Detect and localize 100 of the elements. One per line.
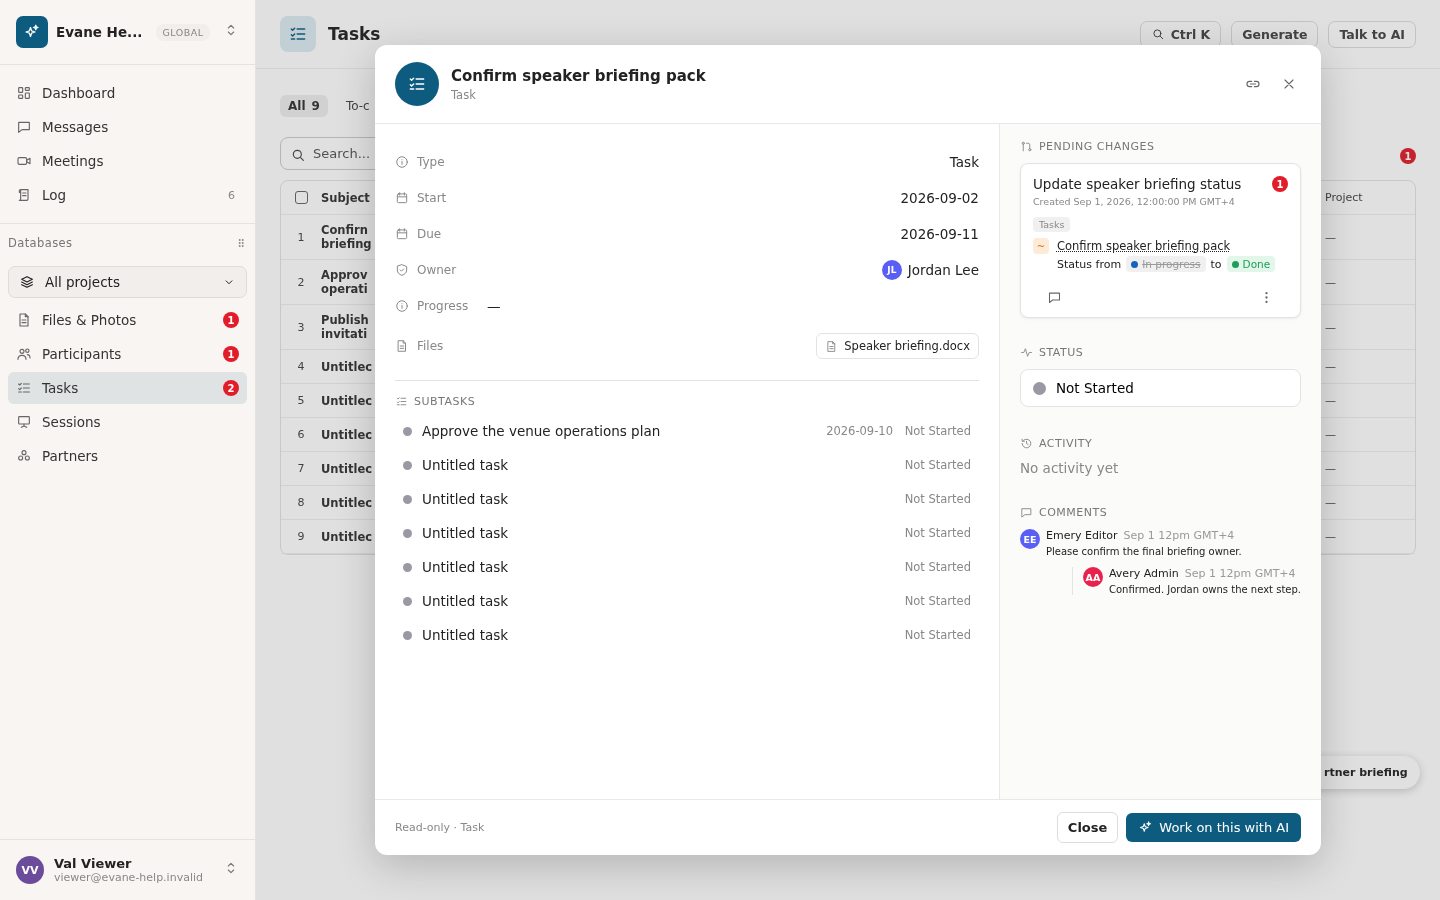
- calendar-icon: [395, 191, 409, 205]
- sidebar-item[interactable]: Messages: [8, 111, 247, 143]
- task-link[interactable]: Confirm speaker briefing pack: [1056, 239, 1231, 253]
- table-cell: Untitlec: [321, 529, 373, 544]
- sidebar-item[interactable]: Dashboard: [8, 77, 247, 109]
- notification-badge: 1: [223, 312, 239, 328]
- change-label: Status from: [1056, 257, 1122, 271]
- section-label: COMMENTS: [1038, 506, 1108, 519]
- grid-icon: [16, 85, 32, 101]
- subtask-row[interactable]: Untitled task Not Started: [395, 618, 979, 652]
- status-dot: [403, 426, 412, 436]
- file-attachment[interactable]: Speaker briefing.docx: [816, 333, 979, 359]
- table-cell-text: —: [1325, 394, 1337, 407]
- field-label: Start: [417, 191, 448, 205]
- select-all-checkbox[interactable]: [294, 191, 308, 204]
- subtask-row[interactable]: Untitled task Not Started: [395, 584, 979, 618]
- subtask-row[interactable]: Untitled task Not Started: [395, 482, 979, 516]
- section-label: SUBTASKS: [414, 395, 476, 408]
- sidebar-item[interactable]: Sessions: [8, 406, 247, 438]
- table-cell: Untitlec: [321, 427, 373, 442]
- row-number: 8: [296, 496, 306, 509]
- info-icon: [395, 155, 409, 169]
- empty-activity: No activity yet: [1019, 460, 1120, 476]
- table-cell: Confirn briefing: [321, 223, 372, 251]
- notification-badge: 1: [223, 346, 239, 362]
- comment-author: Avery Admin: [1108, 567, 1179, 580]
- user-email: viewer@evane-help.invalid: [54, 871, 203, 884]
- row-number: 4: [296, 360, 306, 373]
- row-number: 1: [296, 230, 306, 244]
- table-cell-text: —: [1325, 496, 1337, 509]
- layers-icon: [19, 274, 35, 290]
- user-name: Val Viewer: [54, 856, 133, 871]
- status-select[interactable]: Not Started: [1019, 369, 1301, 407]
- field-value: 2026-09-02: [900, 190, 979, 206]
- field-value: Task: [949, 154, 979, 170]
- search-icon: [290, 147, 306, 163]
- calendar-icon: [395, 227, 409, 241]
- sidebar-item[interactable]: Log 6: [8, 179, 247, 211]
- comment-time: Sep 1 12pm GMT+4: [1123, 529, 1235, 542]
- table-cell-text: —: [1325, 360, 1337, 373]
- work-with-ai-button[interactable]: Work on this with AI: [1126, 813, 1301, 842]
- people-icon: [16, 346, 32, 362]
- project-select[interactable]: All projects: [8, 266, 247, 298]
- change-mark: ~: [1032, 238, 1049, 254]
- shield-icon: [395, 263, 409, 277]
- sidebar-item[interactable]: Participants 1: [8, 338, 247, 370]
- talk-to-ai-button[interactable]: Talk to AI: [1328, 20, 1416, 48]
- notification-badge: 1: [1272, 176, 1288, 192]
- section-label: STATUS: [1038, 346, 1084, 359]
- subtask-row[interactable]: Untitled task Not Started: [395, 550, 979, 584]
- owner-avatar: JL: [881, 260, 902, 280]
- checklist-icon: [395, 395, 408, 408]
- table-cell-text: —: [1325, 462, 1337, 475]
- subtask-row[interactable]: Untitled task Not Started: [395, 516, 979, 550]
- dialog-subtitle: Task: [451, 87, 477, 102]
- row-number: 5: [296, 394, 306, 407]
- status-dot: [403, 494, 412, 504]
- presentation-icon: [16, 414, 32, 430]
- old-status: In progress: [1126, 256, 1206, 272]
- field-label: Type: [417, 155, 446, 169]
- generate-button[interactable]: Generate: [1231, 20, 1319, 48]
- sidebar-item[interactable]: Files & Photos 1: [8, 304, 247, 336]
- owner-name: Jordan Lee: [907, 262, 979, 278]
- subtask-row[interactable]: Approve the venue operations plan 2026-09-10 Not Started: [395, 414, 979, 448]
- dialog-title: Confirm speaker briefing pack: [451, 66, 707, 85]
- comment-text: Please confirm the final briefing owner.: [1045, 546, 1243, 557]
- filter-tab[interactable]: To-c: [337, 95, 378, 117]
- cluster-icon: [16, 448, 32, 464]
- field-label: Owner: [417, 263, 458, 277]
- comment-author: Emery Editor: [1045, 529, 1118, 542]
- document-icon: [395, 339, 409, 353]
- created-time: Created Sep 1, 2026, 12:00:00 PM GMT+4: [1032, 196, 1236, 207]
- table-cell: Untitlec: [321, 461, 373, 476]
- table-cell: Untitlec: [321, 495, 373, 510]
- user-avatar[interactable]: VV: [16, 856, 44, 884]
- change-title: Update speaker briefing status: [1032, 176, 1242, 192]
- sidebar-item[interactable]: Meetings: [8, 145, 247, 177]
- row-number: 6: [296, 428, 306, 441]
- avatar: AA: [1082, 567, 1103, 587]
- pulse-icon: [1019, 346, 1033, 359]
- change-label: to: [1210, 257, 1222, 271]
- filter-tab[interactable]: All 9: [280, 95, 328, 117]
- chat-icon: [1046, 290, 1062, 305]
- subtask-row[interactable]: Untitled task Not Started: [395, 448, 979, 482]
- item-count: 6: [227, 188, 236, 202]
- row-number: 2: [296, 275, 306, 289]
- notification-badge: 1: [1400, 148, 1416, 164]
- field-value: 2026-09-11: [900, 226, 979, 242]
- sidebar-item[interactable]: Tasks 2: [8, 372, 247, 404]
- field-label: Files: [417, 339, 445, 353]
- history-icon: [1019, 437, 1033, 450]
- sidebar-item[interactable]: Partners: [8, 440, 247, 472]
- table-cell: Untitlec: [321, 359, 373, 374]
- status-dot: [403, 528, 412, 538]
- table-cell-text: —: [1325, 320, 1337, 334]
- command-search-button[interactable]: Ctrl K: [1139, 20, 1222, 48]
- workspace-logo[interactable]: [16, 16, 48, 48]
- close-button[interactable]: Close: [1056, 812, 1119, 843]
- section-label: PENDING CHANGES: [1038, 140, 1155, 153]
- table-cell-text: —: [1325, 428, 1337, 441]
